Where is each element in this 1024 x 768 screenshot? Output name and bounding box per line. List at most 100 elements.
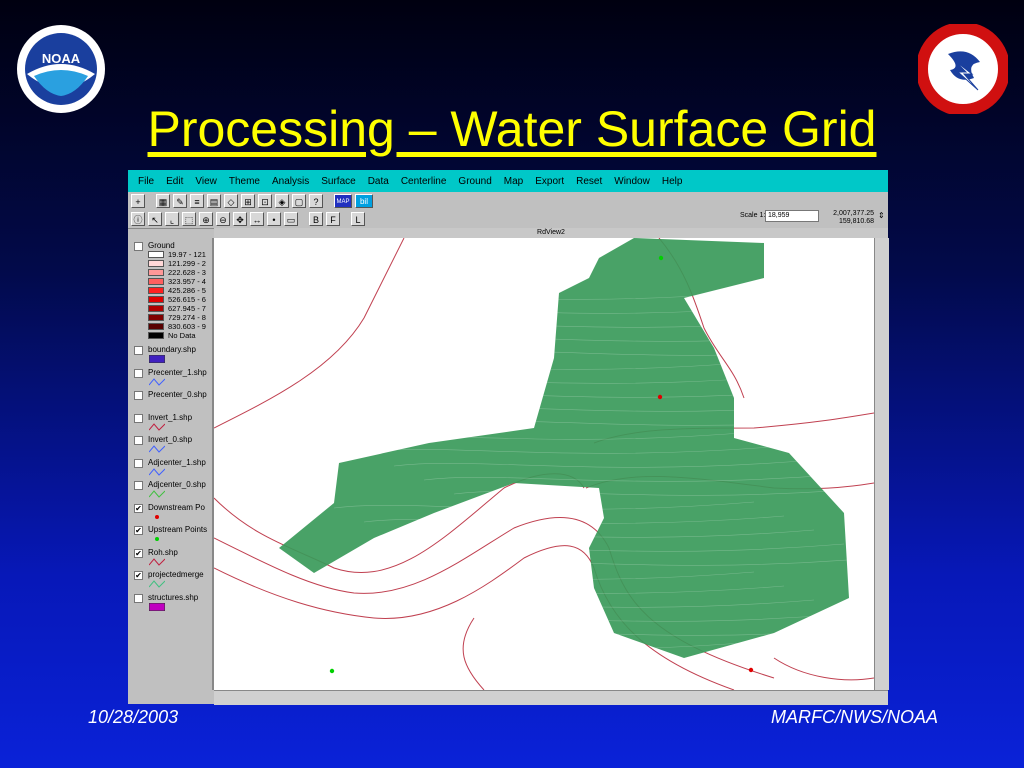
zoom-out-tool[interactable]: ⊖	[216, 212, 230, 226]
menu-reset[interactable]: Reset	[574, 176, 604, 187]
menu-data[interactable]: Data	[366, 176, 391, 187]
legend-swatch	[148, 287, 164, 294]
map-button[interactable]: MAP	[334, 194, 352, 208]
layer-boundary-shp[interactable]: boundary.shp	[128, 344, 212, 366]
layer-precenter-0-shp[interactable]: Precenter_0.shp	[128, 389, 212, 411]
layer-upstream-points[interactable]: ✔ Upstream Points	[128, 524, 212, 546]
layer-checkbox[interactable]	[134, 346, 143, 355]
layer-checkbox[interactable]	[134, 413, 143, 423]
vertex-tool[interactable]: ⌞	[165, 212, 179, 226]
f-button[interactable]: F	[326, 212, 340, 226]
horizontal-scrollbar[interactable]	[214, 690, 888, 705]
layer-downstream-po[interactable]: ✔ Downstream Po	[128, 502, 212, 524]
layer-name: Adjcenter_1.shp	[148, 457, 206, 467]
toolbar-main: + ▦ ✎ ≡ ▤ ◇ ⊞ ⊡ ◈ ▢ ? MAP bil	[128, 192, 888, 211]
draw-tool[interactable]: ▭	[284, 212, 298, 226]
scale-label: Scale 1:	[740, 212, 766, 219]
menu-centerline[interactable]: Centerline	[399, 176, 449, 187]
downstream-point[interactable]	[748, 667, 754, 673]
menu-theme[interactable]: Theme	[227, 176, 262, 187]
legend-label: No Data	[168, 331, 196, 340]
layer-name: Upstream Points	[148, 525, 208, 534]
layer-name: Invert_1.shp	[148, 412, 193, 422]
zoom-full-button[interactable]: ⊞	[241, 194, 255, 208]
layer-checkbox[interactable]	[134, 368, 143, 378]
legend-class: 19.97 - 121	[148, 250, 212, 259]
layer-name: Roh.shp	[148, 547, 178, 557]
legend-class: No Data	[148, 331, 212, 340]
table-button[interactable]: ▦	[156, 194, 170, 208]
layer-projectedmerge[interactable]: ✔ projectedmerge	[128, 569, 212, 591]
zoom-in-tool[interactable]: ⊕	[199, 212, 213, 226]
layer-invert-0-shp[interactable]: Invert_0.shp	[128, 434, 212, 456]
footer-date: 10/28/2003	[88, 707, 179, 727]
select-feature-tool[interactable]: ⬚	[182, 212, 196, 226]
menu-window[interactable]: Window	[612, 176, 652, 187]
menu-surface[interactable]: Surface	[319, 176, 357, 187]
menu-ground[interactable]: Ground	[456, 176, 493, 187]
menu-view[interactable]: View	[193, 176, 219, 187]
layer-checkbox[interactable]	[134, 458, 143, 468]
zoom-selected-button[interactable]: ◈	[275, 194, 289, 208]
legend-swatch	[148, 332, 164, 339]
layer-adjcenter-1-shp[interactable]: Adjcenter_1.shp	[128, 457, 212, 479]
layer-checkbox[interactable]: ✔	[134, 571, 143, 580]
scale-input[interactable]: 18,959	[765, 210, 819, 222]
add-theme-button[interactable]: +	[131, 194, 145, 208]
layer-checkbox[interactable]	[134, 481, 143, 490]
theme-props-button[interactable]: ≡	[190, 194, 204, 208]
map-view[interactable]	[214, 238, 874, 690]
downstream-point[interactable]	[657, 394, 663, 400]
legend-class: 830.603 - 9	[148, 322, 212, 331]
zoom-active-button[interactable]: ⊡	[258, 194, 272, 208]
layer-checkbox[interactable]	[134, 436, 143, 445]
layer-symbol-icon	[149, 355, 165, 363]
layer-structures-shp[interactable]: structures.shp	[128, 592, 212, 614]
layout-button[interactable]: ▤	[207, 194, 221, 208]
upstream-point[interactable]	[329, 668, 335, 674]
pointer-tool[interactable]: ↖	[148, 212, 162, 226]
layer-checkbox[interactable]: ✔	[134, 526, 143, 535]
legend-class: 323.957 - 4	[148, 277, 212, 286]
legend-swatch	[148, 296, 164, 303]
layer-invert-1-shp[interactable]: Invert_1.shp	[128, 412, 212, 434]
legend-swatch	[148, 251, 164, 258]
legend-swatch	[148, 260, 164, 267]
coordinate-y: 159,810.68	[838, 218, 874, 225]
pan-tool[interactable]: ✥	[233, 212, 247, 226]
l-button[interactable]: L	[351, 212, 365, 226]
layer-adjcenter-0-shp[interactable]: Adjcenter_0.shp	[128, 479, 212, 501]
layer-checkbox[interactable]	[134, 242, 143, 251]
query-builder-button[interactable]: ◇	[224, 194, 238, 208]
layer-checkbox[interactable]: ✔	[134, 548, 143, 558]
select-button[interactable]: ▢	[292, 194, 306, 208]
layer-roh-shp[interactable]: ✔ Roh.shp	[128, 547, 212, 569]
menu-map[interactable]: Map	[502, 176, 525, 187]
coordinate-arrows-icon: ⇕	[878, 211, 885, 220]
help-button[interactable]: ?	[309, 194, 323, 208]
menu-analysis[interactable]: Analysis	[270, 176, 311, 187]
menu-help[interactable]: Help	[660, 176, 685, 187]
layer-symbol-icon	[155, 537, 159, 541]
point-tool[interactable]: •	[267, 212, 281, 226]
legend-swatch	[148, 305, 164, 312]
menu-file[interactable]: File	[136, 176, 156, 187]
edit-legend-button[interactable]: ✎	[173, 194, 187, 208]
bil-button[interactable]: bil	[355, 194, 373, 208]
legend-swatch	[148, 278, 164, 285]
layer-precenter-1-shp[interactable]: Precenter_1.shp	[128, 367, 212, 389]
layer-checkbox[interactable]: ✔	[134, 503, 143, 513]
menu-edit[interactable]: Edit	[164, 176, 185, 187]
upstream-point[interactable]	[658, 255, 664, 261]
layer-checkbox[interactable]	[134, 593, 143, 603]
legend-label: 222.628 - 3	[168, 268, 206, 277]
identify-tool[interactable]: ⓘ	[131, 212, 145, 226]
measure-tool[interactable]: ↔	[250, 212, 264, 226]
legend-class: 526.615 - 6	[148, 295, 212, 304]
layer-checkbox[interactable]	[134, 391, 143, 400]
menu-export[interactable]: Export	[533, 176, 566, 187]
vertical-scrollbar[interactable]	[874, 238, 889, 690]
svg-text:NOAA: NOAA	[42, 51, 81, 66]
b-button[interactable]: B	[309, 212, 323, 226]
legend-label: 627.945 - 7	[168, 304, 206, 313]
